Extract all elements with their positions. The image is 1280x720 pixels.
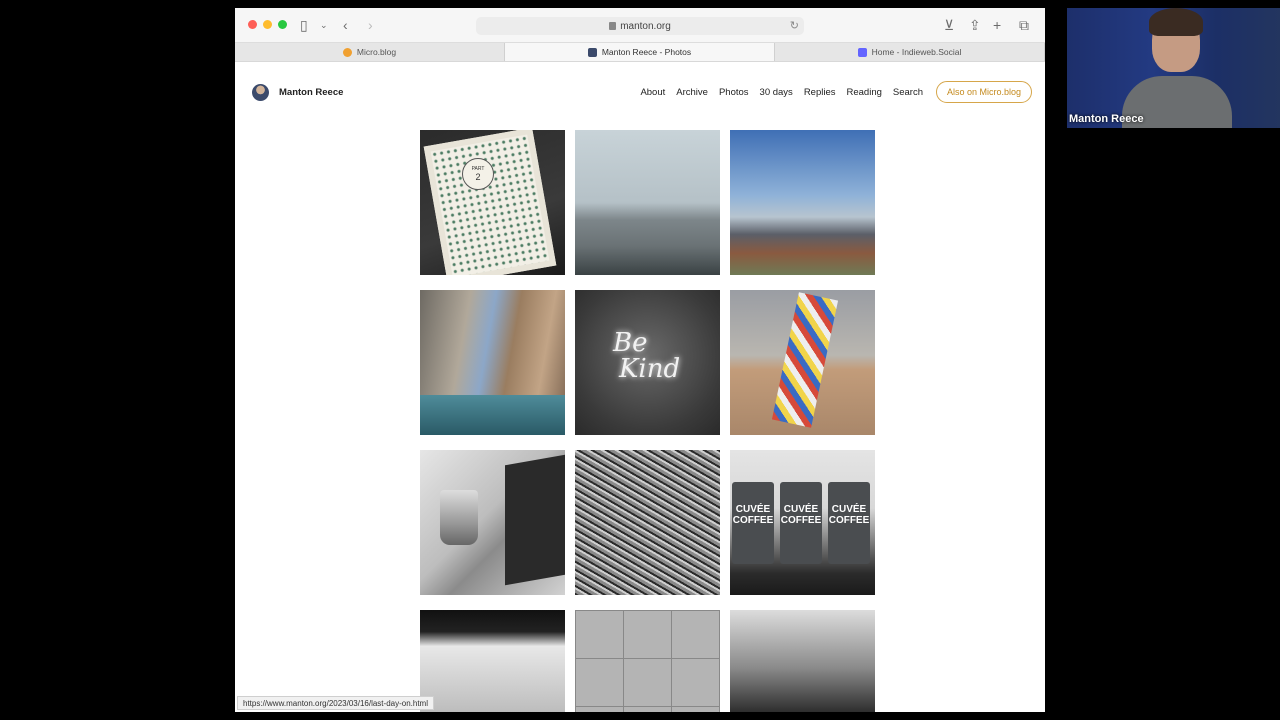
photo-tiles[interactable] bbox=[575, 610, 720, 712]
photo-coffee-bags[interactable]: CUVÉE COFFEE CUVÉE COFFEE CUVÉE COFFEE bbox=[730, 450, 875, 595]
tab-indieweb-social[interactable]: Home - Indieweb.Social bbox=[775, 43, 1045, 61]
river-illustration bbox=[420, 395, 565, 435]
photo-car-window[interactable] bbox=[420, 610, 565, 712]
nav-30-days[interactable]: 30 days bbox=[760, 87, 793, 98]
back-icon[interactable]: ‹ bbox=[343, 17, 348, 33]
webcam-name-label: Manton Reece bbox=[1069, 113, 1144, 125]
site-name[interactable]: Manton Reece bbox=[279, 87, 343, 98]
person-hair bbox=[1149, 8, 1203, 36]
avatar-favicon-icon bbox=[587, 47, 597, 57]
photo-coffee-laptop[interactable] bbox=[420, 450, 565, 595]
photo-cafe-tables[interactable] bbox=[730, 610, 875, 712]
neon-line-1: Be bbox=[613, 328, 648, 358]
tab-bar: Micro.blog Manton Reece - Photos Home - … bbox=[235, 42, 1045, 62]
tab-label: Home - Indieweb.Social bbox=[871, 47, 962, 57]
book-label-number: 2 bbox=[475, 172, 481, 182]
laptop-illustration bbox=[505, 454, 565, 586]
reload-icon[interactable]: ↻ bbox=[790, 19, 799, 32]
lock-icon bbox=[609, 22, 617, 30]
also-on-micro-blog-button[interactable]: Also on Micro.blog bbox=[935, 81, 1032, 103]
nav-about[interactable]: About bbox=[640, 87, 665, 98]
tab-label: Micro.blog bbox=[356, 47, 397, 57]
close-window-button[interactable] bbox=[248, 20, 257, 29]
nav-replies[interactable]: Replies bbox=[804, 87, 836, 98]
browser-window: ▯ ⌄ ‹ › manton.org ↻ ⊻ ⇪ + ⧉ Micro.blog … bbox=[235, 8, 1045, 712]
tab-label: Manton Reece - Photos bbox=[601, 47, 692, 57]
photo-branches[interactable] bbox=[575, 450, 720, 595]
address-bar[interactable]: manton.org ↻ bbox=[476, 17, 804, 35]
nav-archive[interactable]: Archive bbox=[676, 87, 708, 98]
window-controls bbox=[248, 20, 287, 29]
web-page: Manton Reece About Archive Photos 30 day… bbox=[235, 62, 1045, 712]
zoom-window-button[interactable] bbox=[278, 20, 287, 29]
minimize-window-button[interactable] bbox=[263, 20, 272, 29]
nav-photos[interactable]: Photos bbox=[719, 87, 749, 98]
photo-neon-sign[interactable]: Be Kind bbox=[575, 290, 720, 435]
nav-reading[interactable]: Reading bbox=[847, 87, 882, 98]
photo-mountains[interactable] bbox=[730, 130, 875, 275]
photo-cadillac-ranch[interactable] bbox=[730, 290, 875, 435]
avatar[interactable] bbox=[252, 84, 269, 101]
tab-micro-blog[interactable]: Micro.blog bbox=[235, 43, 505, 61]
neon-line-2: Kind bbox=[619, 354, 681, 384]
chevron-down-icon[interactable]: ⌄ bbox=[320, 17, 328, 33]
webcam-overlay: Manton Reece bbox=[1067, 8, 1280, 128]
neon-text: Be Kind bbox=[613, 330, 680, 382]
browser-toolbar: ▯ ⌄ ‹ › manton.org ↻ ⊻ ⇪ + ⧉ bbox=[235, 8, 1045, 42]
share-icon[interactable]: ⇪ bbox=[969, 17, 981, 33]
coffee-bag: CUVÉE COFFEE bbox=[732, 482, 774, 564]
micro-blog-favicon-icon bbox=[342, 47, 352, 57]
photo-grid: PART 2 Be Kind CUVÉE COFFEE CUVÉE COFFEE… bbox=[420, 130, 875, 712]
sidebar-icon[interactable]: ▯ bbox=[300, 17, 308, 33]
download-icon[interactable]: ⊻ bbox=[944, 17, 954, 33]
photo-canyon[interactable] bbox=[420, 290, 565, 435]
coffee-bag: CUVÉE COFFEE bbox=[780, 482, 822, 564]
address-text: manton.org bbox=[620, 20, 671, 32]
new-tab-icon[interactable]: + bbox=[993, 17, 1001, 33]
status-bar-url: https://www.manton.org/2023/03/16/last-d… bbox=[237, 696, 434, 710]
painted-car-illustration bbox=[771, 292, 839, 428]
tab-overview-icon[interactable]: ⧉ bbox=[1019, 17, 1029, 33]
cup-illustration bbox=[440, 490, 478, 545]
tab-photos[interactable]: Manton Reece - Photos bbox=[505, 43, 775, 61]
mastodon-favicon-icon bbox=[857, 47, 867, 57]
photo-book[interactable]: PART 2 bbox=[420, 130, 565, 275]
book-label: PART 2 bbox=[462, 158, 494, 190]
photo-rainy-road[interactable] bbox=[575, 130, 720, 275]
nav-search[interactable]: Search bbox=[893, 87, 923, 98]
book-illustration bbox=[423, 130, 557, 275]
forward-icon[interactable]: › bbox=[368, 17, 373, 33]
site-header: Manton Reece About Archive Photos 30 day… bbox=[235, 62, 1045, 122]
site-nav: About Archive Photos 30 days Replies Rea… bbox=[640, 87, 923, 98]
coffee-bag: CUVÉE COFFEE bbox=[828, 482, 870, 564]
